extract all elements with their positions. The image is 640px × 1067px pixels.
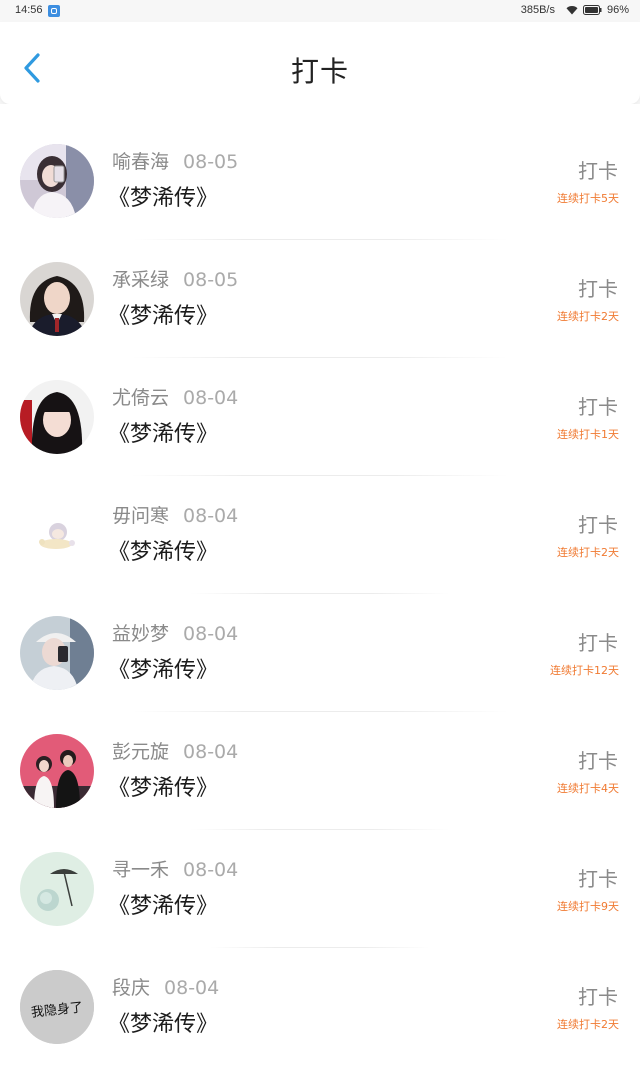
book-title[interactable]: 《梦浠传》 (108, 770, 218, 802)
network-speed: 385B/s (520, 4, 555, 16)
streak-text: 连续打卡1天 (557, 428, 619, 441)
checkin-date: 08-04 (164, 977, 220, 999)
name-line: 寻一禾 08-04 (112, 855, 238, 882)
status-bar: 14:56 385B/s 96% (0, 0, 640, 22)
streak-text: 连续打卡5天 (557, 192, 619, 205)
status-indicators: 385B/s 96% (521, 4, 629, 16)
list-item: 益妙梦 08-04 《梦浠传》 打卡 连续打卡12天 (0, 594, 640, 712)
name-line: 承采绿 08-05 (112, 265, 238, 292)
list-item: 尤倚云 08-04 《梦浠传》 打卡 连续打卡1天 (0, 358, 640, 476)
user-name: 段庆 (112, 977, 151, 999)
list-item: 彭元旋 08-04 《梦浠传》 打卡 连续打卡4天 (0, 712, 640, 830)
streak-text: 连续打卡4天 (557, 782, 619, 795)
streak-text: 连续打卡2天 (557, 310, 619, 323)
checkin-button[interactable]: 打卡 (578, 155, 618, 184)
checkin-button[interactable]: 打卡 (578, 627, 618, 656)
user-name: 尤倚云 (112, 387, 170, 409)
status-time: 14:56 (15, 4, 43, 16)
checkin-date: 08-04 (183, 859, 239, 881)
list-item: 毋问寒 08-04 《梦浠传》 打卡 连续打卡2天 (0, 476, 640, 594)
streak-text: 连续打卡2天 (557, 546, 619, 559)
avatar[interactable] (20, 852, 94, 926)
book-title[interactable]: 《梦浠传》 (108, 652, 218, 684)
avatar[interactable] (20, 498, 94, 572)
book-title[interactable]: 《梦浠传》 (108, 416, 218, 448)
checkin-list: 喻春海 08-05 《梦浠传》 打卡 连续打卡5天 承采绿 08-05 《梦浠传》 … (0, 104, 640, 1067)
user-name: 益妙梦 (112, 623, 170, 645)
book-title[interactable]: 《梦浠传》 (108, 534, 218, 566)
avatar[interactable] (20, 144, 94, 218)
battery-icon (582, 5, 602, 15)
name-line: 尤倚云 08-04 (112, 383, 238, 410)
app-notification-icon (48, 5, 60, 17)
name-line: 毋问寒 08-04 (112, 501, 238, 528)
checkin-button[interactable]: 打卡 (578, 745, 618, 774)
avatar[interactable] (20, 616, 94, 690)
name-line: 益妙梦 08-04 (112, 619, 238, 646)
name-line: 喻春海 08-05 (112, 147, 238, 174)
checkin-button[interactable]: 打卡 (578, 981, 618, 1010)
checkin-date: 08-04 (183, 741, 239, 763)
book-title[interactable]: 《梦浠传》 (108, 1006, 218, 1038)
avatar[interactable] (20, 734, 94, 808)
list-item: 喻春海 08-05 《梦浠传》 打卡 连续打卡5天 (0, 122, 640, 240)
checkin-button[interactable]: 打卡 (578, 273, 618, 302)
checkin-button[interactable]: 打卡 (578, 509, 618, 538)
list-item: 承采绿 08-05 《梦浠传》 打卡 连续打卡2天 (0, 240, 640, 358)
battery-level: 96% (606, 4, 629, 16)
checkin-date: 08-04 (183, 623, 239, 645)
book-title[interactable]: 《梦浠传》 (108, 298, 218, 330)
wifi-icon (566, 5, 578, 15)
name-line: 段庆 08-04 (112, 973, 219, 1000)
page-title: 打卡 (290, 55, 349, 88)
book-title[interactable]: 《梦浠传》 (108, 888, 218, 920)
checkin-button[interactable]: 打卡 (578, 863, 618, 892)
checkin-button[interactable]: 打卡 (578, 391, 618, 420)
list-item: 我隐身了 段庆 08-04 《梦浠传》 打卡 连续打卡2天 (0, 948, 640, 1066)
user-name: 喻春海 (112, 151, 170, 173)
streak-text: 连续打卡12天 (550, 664, 619, 677)
checkin-date: 08-05 (183, 151, 239, 173)
avatar[interactable] (20, 380, 94, 454)
name-line: 彭元旋 08-04 (112, 737, 238, 764)
checkin-date: 08-05 (183, 269, 239, 291)
user-name: 承采绿 (112, 269, 170, 291)
user-name: 彭元旋 (112, 741, 170, 763)
user-name: 寻一禾 (112, 859, 170, 881)
checkin-date: 08-04 (183, 387, 239, 409)
list-item: 寻一禾 08-04 《梦浠传》 打卡 连续打卡9天 (0, 830, 640, 948)
user-name: 毋问寒 (112, 505, 170, 527)
checkin-date: 08-04 (183, 505, 239, 527)
header-bar: 打卡 (0, 22, 640, 104)
avatar[interactable]: 我隐身了 (20, 970, 94, 1044)
streak-text: 连续打卡9天 (557, 900, 619, 913)
streak-text: 连续打卡2天 (557, 1018, 619, 1031)
avatar[interactable] (20, 262, 94, 336)
book-title[interactable]: 《梦浠传》 (108, 180, 218, 212)
